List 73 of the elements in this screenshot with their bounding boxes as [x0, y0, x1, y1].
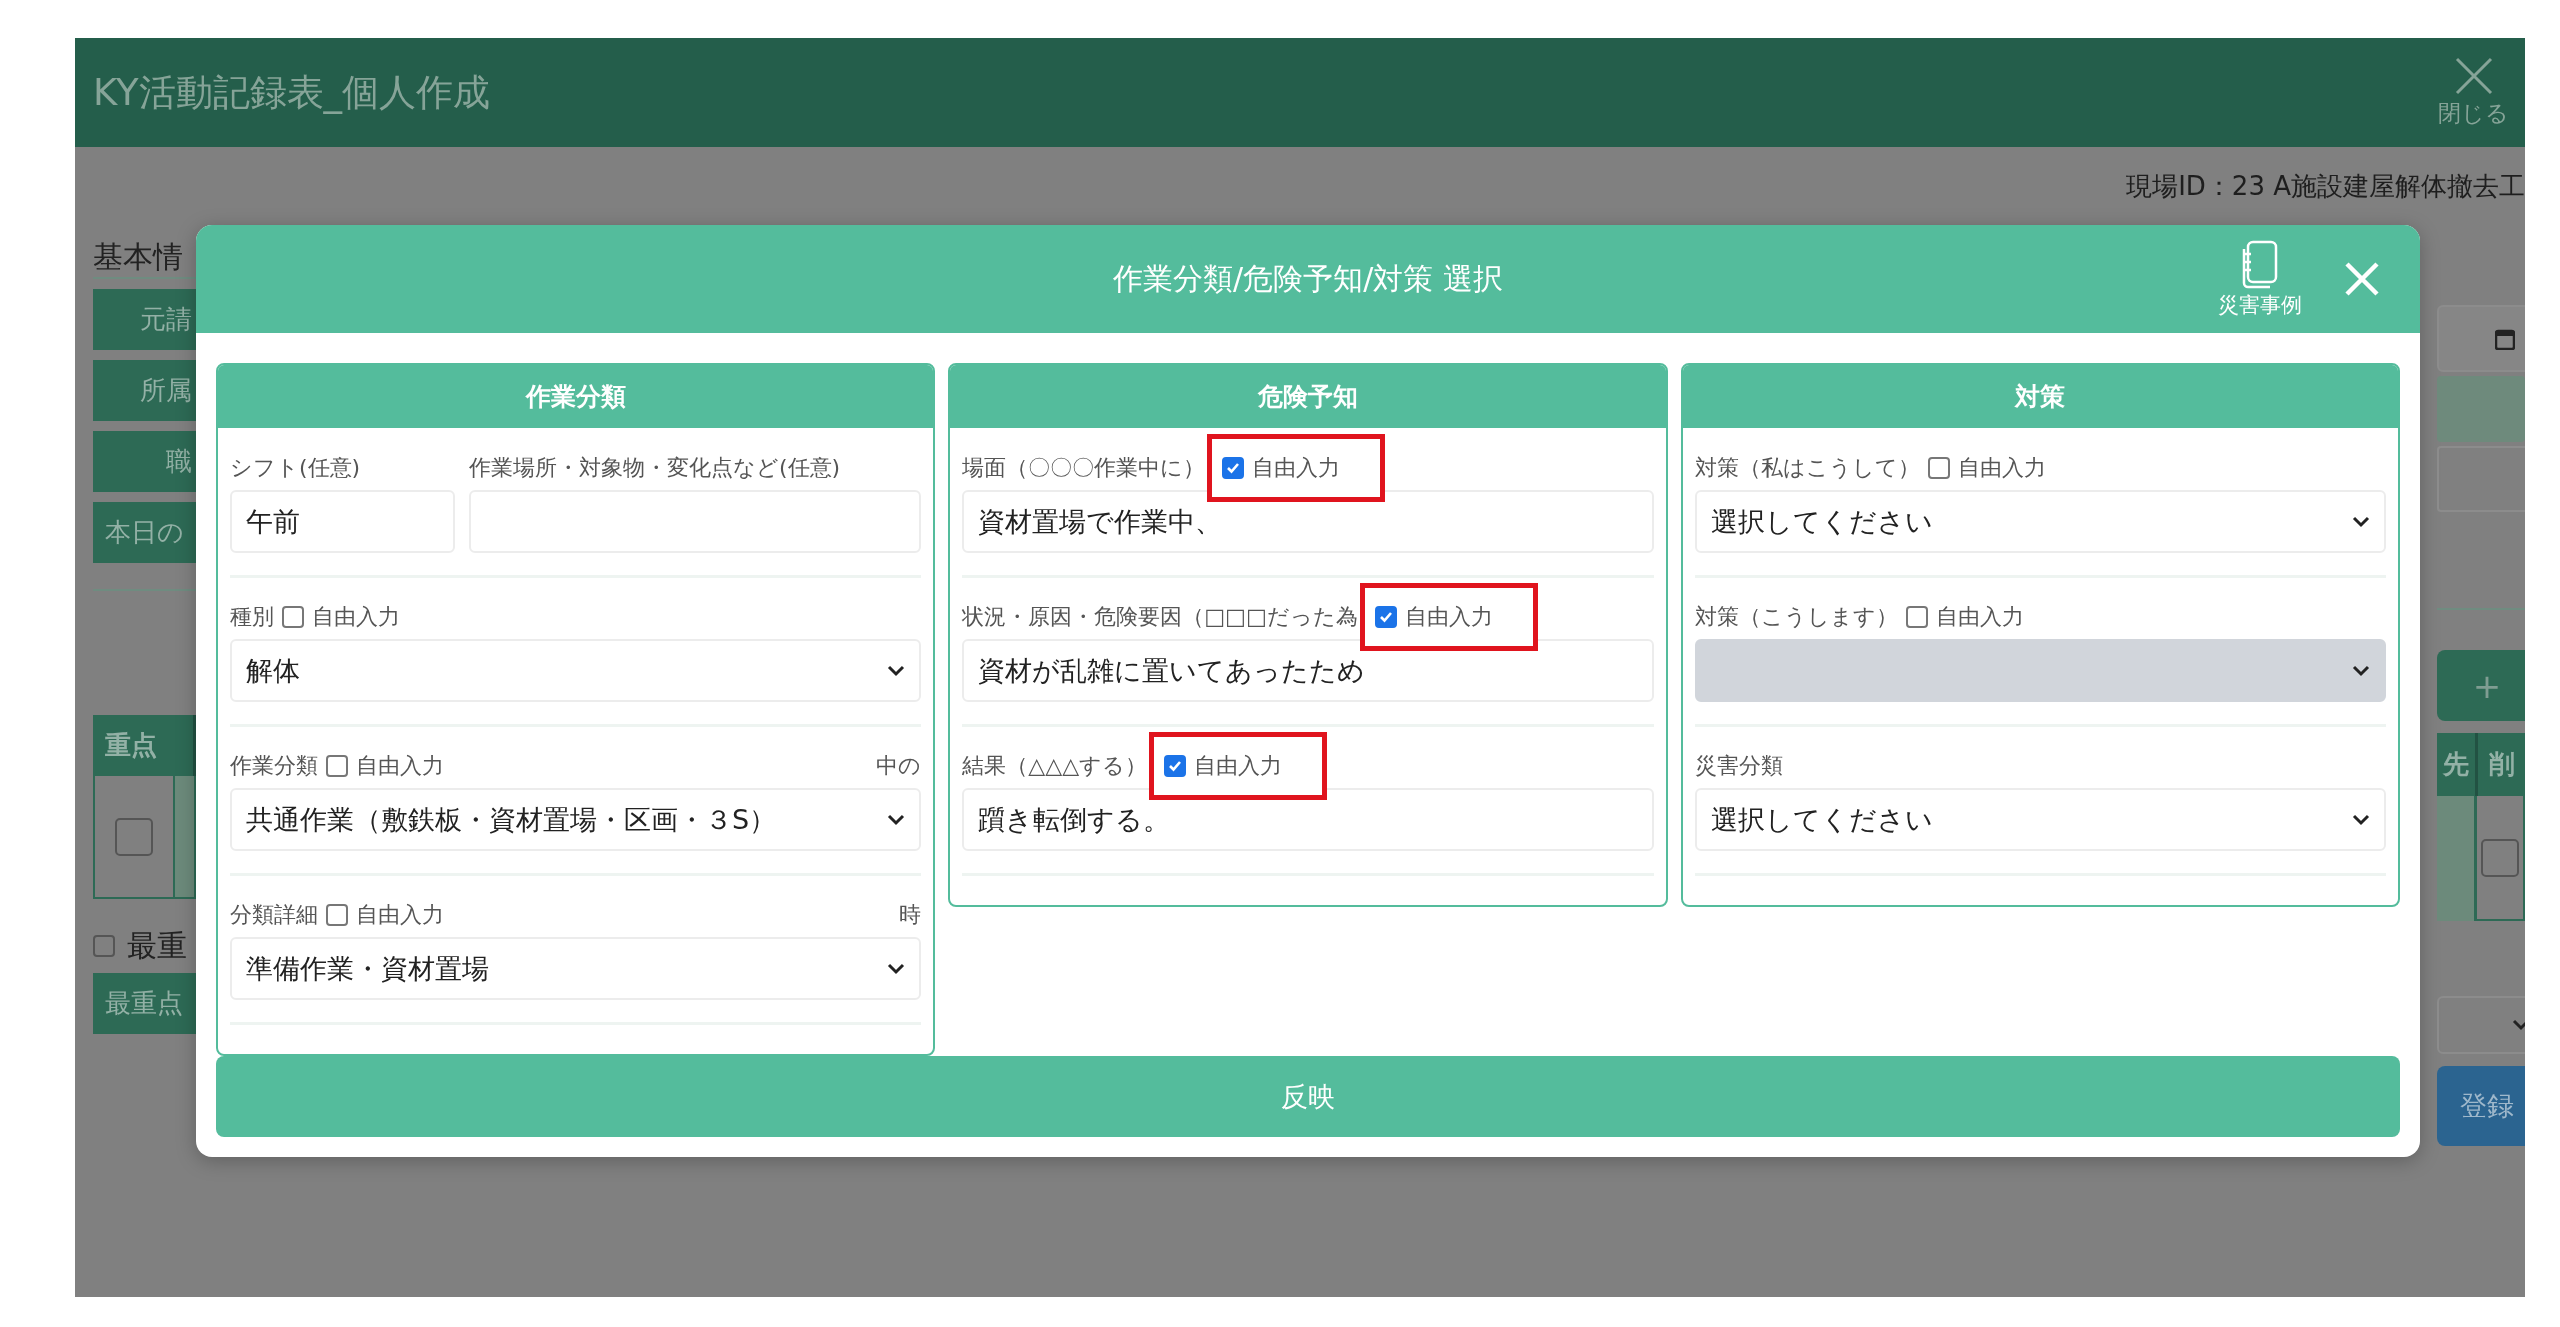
select-field[interactable]: 解体: [230, 639, 922, 703]
select-field[interactable]: 選択してください: [1694, 490, 2386, 554]
checkbox[interactable]: [326, 904, 348, 927]
chevron-down-icon: [887, 813, 906, 826]
field-label: 場面（〇〇〇作業中に）: [962, 454, 1206, 483]
field-label: 対策（こうします）: [1694, 603, 1898, 632]
add-button[interactable]: +: [2437, 650, 2525, 721]
select-field[interactable]: 選択してください: [1694, 788, 2386, 852]
free-input-label: 自由入力: [1404, 603, 1493, 632]
free-input-label: 自由入力: [312, 603, 400, 632]
cases-button[interactable]: 災害事例: [2218, 239, 2302, 319]
field-label: シフト(任意): [230, 454, 361, 483]
checkbox[interactable]: [1222, 457, 1245, 480]
text-field[interactable]: 躓き転倒する。: [962, 788, 1654, 852]
field-label: 種別: [230, 603, 274, 632]
field-label: 分類詳細: [230, 901, 318, 930]
field-label: 結果（△△△する）: [962, 752, 1148, 781]
modal-title: 作業分類/危険予知/対策 選択: [1113, 259, 1503, 298]
field-label: 作業分類: [230, 752, 318, 781]
checkbox[interactable]: [326, 755, 348, 778]
free-input-label: 自由入力: [1957, 454, 2046, 483]
chevron-down-icon: [887, 962, 906, 975]
info-button[interactable]: 元請: [93, 289, 196, 350]
field-label: 災害分類: [1694, 752, 1783, 781]
chevron-down-icon: [2352, 515, 2370, 528]
apply-button[interactable]: 反映: [216, 1056, 2400, 1137]
priority-button[interactable]: 最重点: [93, 973, 196, 1034]
site-id: 現場ID：23 A施設建屋解体撤去工: [2126, 169, 2525, 203]
checkbox[interactable]: [282, 606, 304, 629]
select-field[interactable]: [2437, 996, 2525, 1054]
text-field[interactable]: 資材置場で作業中、: [962, 490, 1654, 554]
table-header: 削: [2478, 733, 2525, 796]
field-note: 中の: [876, 752, 922, 781]
text-field[interactable]: 資材が乱雑に置いてあったため: [962, 639, 1654, 703]
checkbox[interactable]: [1164, 755, 1187, 778]
table-header: 先: [2437, 733, 2479, 796]
chevron-down-icon: [2512, 1019, 2525, 1031]
checkbox[interactable]: [115, 817, 153, 856]
checkbox[interactable]: [93, 935, 115, 957]
free-input-label: 自由入力: [1252, 454, 1341, 483]
free-input-label: 自由入力: [356, 901, 444, 930]
date-field[interactable]: [2437, 305, 2525, 372]
column-header: 危険予知: [950, 365, 1666, 429]
field-label: 状況・原因・危険要因（□□□だった為: [962, 603, 1358, 632]
info-button[interactable]: 本日の: [93, 502, 196, 563]
free-input-label: 自由入力: [356, 752, 444, 781]
close-button[interactable]: 閉じる: [2438, 56, 2509, 129]
checkbox[interactable]: [2481, 838, 2520, 877]
text-field[interactable]: [2437, 446, 2525, 512]
select-field[interactable]: 共通作業（敷鉄板・資材置場・区画・３S）: [230, 788, 922, 852]
info-button[interactable]: 所属: [93, 360, 196, 421]
free-input-label: 自由入力: [1935, 603, 2024, 632]
chevron-down-icon: [2352, 664, 2370, 677]
info-button[interactable]: 職: [93, 431, 196, 492]
close-icon: [2453, 56, 2494, 96]
app-title: KY活動記録表_個人作成: [93, 69, 491, 116]
option-label: 最重: [127, 926, 187, 965]
select-field[interactable]: 準備作業・資材置場: [230, 937, 922, 1001]
field-label: 対策（私はこうして）: [1694, 454, 1920, 483]
chevron-down-icon: [887, 664, 906, 677]
table-header: 重点: [93, 715, 196, 776]
checkbox[interactable]: [1374, 606, 1397, 629]
column-header: 作業分類: [218, 365, 934, 429]
checkbox[interactable]: [1927, 457, 1950, 480]
calendar-icon: [2495, 327, 2515, 350]
field-note: 時: [899, 901, 922, 930]
text-field[interactable]: 午前: [230, 490, 455, 554]
field-label: 作業場所・対象物・変化点など(任意): [469, 454, 841, 483]
save-button[interactable]: 登録: [2437, 1066, 2525, 1146]
free-input-label: 自由入力: [1194, 752, 1283, 781]
chevron-down-icon: [2352, 813, 2370, 826]
section-title: 基本情: [93, 239, 183, 274]
column-header: 対策: [1682, 365, 2398, 429]
